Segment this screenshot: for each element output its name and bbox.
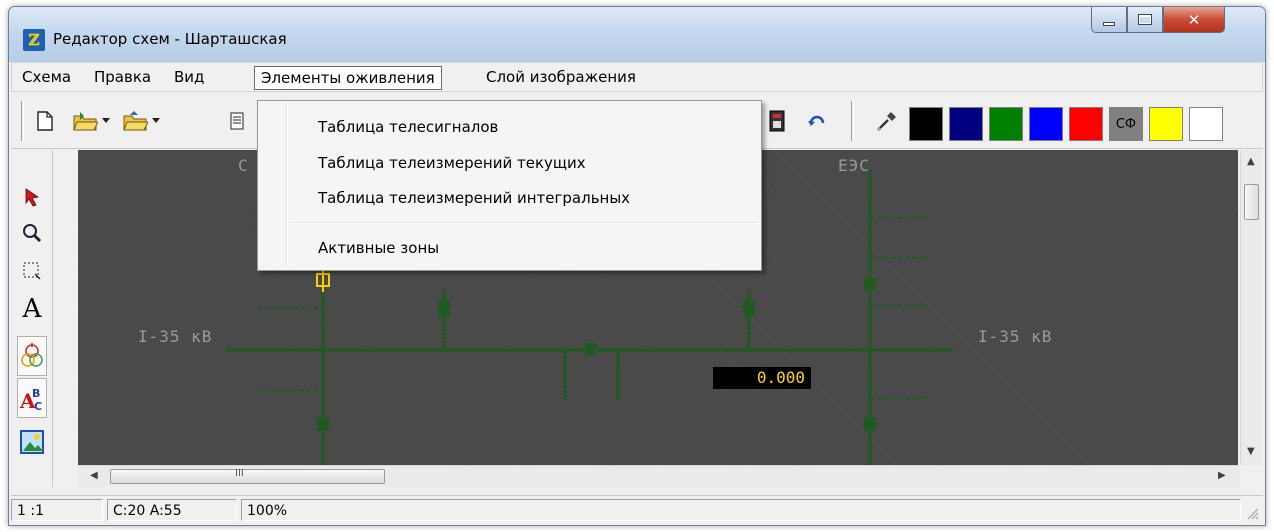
- color-swatch-green[interactable]: [989, 107, 1023, 141]
- menu-bar: Схема Правка Вид Элементы оживления Слой…: [11, 62, 1263, 92]
- top-label-left: C: [238, 156, 249, 175]
- save-folder-icon[interactable]: [121, 107, 149, 135]
- color-swatch-black[interactable]: [909, 107, 943, 141]
- open-dropdown-arrow-icon[interactable]: [99, 107, 113, 135]
- resize-grip-icon[interactable]: [1245, 506, 1259, 520]
- menu-scheme[interactable]: Схема: [16, 66, 77, 90]
- menu-item-integral-telemetry-table[interactable]: Таблица телеизмерений интегральных: [318, 184, 630, 212]
- maximize-icon: [1138, 14, 1152, 25]
- svg-text:B: B: [32, 387, 40, 400]
- refresh-icon[interactable]: [803, 107, 831, 135]
- breaker-node[interactable]: [585, 343, 597, 355]
- color-swatch-yellow[interactable]: [1149, 107, 1183, 141]
- window-title: Редактор схем - Шарташская: [53, 30, 287, 48]
- new-file-icon[interactable]: [31, 107, 59, 135]
- telemetry-value-display[interactable]: 0.000: [713, 367, 811, 389]
- top-label-right: ЕЭС: [838, 156, 870, 175]
- scroll-up-arrow-icon[interactable]: ▲: [1247, 156, 1255, 167]
- menu-view[interactable]: Вид: [168, 66, 210, 90]
- status-scale: 1 :1: [11, 499, 103, 521]
- menu-item-active-zones[interactable]: Активные зоны: [318, 234, 439, 262]
- text-style-icon[interactable]: ABC: [17, 378, 47, 418]
- symbol-tool-icon[interactable]: [17, 336, 47, 376]
- dropdown-menu-animation-elements: Таблица телесигналов Таблица телеизмерен…: [257, 100, 762, 271]
- close-button[interactable]: ✕: [1163, 7, 1225, 33]
- device-icon[interactable]: [763, 107, 791, 135]
- color-swatch-red[interactable]: [1069, 107, 1103, 141]
- status-zoom: 100%: [241, 499, 1241, 521]
- status-coords: C:20 A:55: [107, 499, 237, 521]
- open-folder-icon[interactable]: [71, 107, 99, 135]
- minimize-button[interactable]: [1091, 7, 1127, 33]
- app-window: ℤ Редактор схем - Шарташская ✕ Схема Пра…: [8, 6, 1266, 526]
- scroll-down-arrow-icon[interactable]: ▼: [1247, 446, 1255, 457]
- color-swatch-navy[interactable]: [949, 107, 983, 141]
- title-bar: ℤ Редактор схем - Шарташская ✕: [9, 7, 1265, 62]
- fuse-element[interactable]: [438, 300, 450, 316]
- app-logo-icon: ℤ: [23, 29, 45, 51]
- menu-animation-elements[interactable]: Элементы оживления: [254, 66, 442, 90]
- scroll-left-arrow-icon[interactable]: ◀: [90, 470, 98, 481]
- color-swatch-white[interactable]: [1189, 107, 1223, 141]
- horizontal-scroll-thumb[interactable]: III: [110, 468, 385, 484]
- zoom-icon[interactable]: [17, 216, 47, 250]
- selected-element-handle[interactable]: [316, 268, 330, 292]
- fuse-element[interactable]: [743, 300, 755, 316]
- color-swatch-blue[interactable]: [1029, 107, 1063, 141]
- left-toolbox: A ABC: [11, 150, 53, 487]
- menu-icon-gutter: [286, 103, 288, 268]
- menu-edit[interactable]: Правка: [88, 66, 157, 90]
- area-select-icon[interactable]: [17, 254, 47, 288]
- bus-label-left: I-35 кВ: [138, 327, 213, 346]
- save-dropdown-arrow-icon[interactable]: [149, 107, 163, 135]
- vertical-scrollbar[interactable]: ▲ ▼: [1240, 150, 1262, 465]
- breaker-node[interactable]: [317, 418, 329, 430]
- breaker-node[interactable]: [864, 278, 876, 290]
- minimize-icon: [1103, 21, 1115, 26]
- status-bar: 1 :1 C:20 A:55 100%: [11, 495, 1263, 523]
- color-swatch-gray[interactable]: СФ: [1109, 107, 1143, 141]
- select-arrow-icon[interactable]: [17, 180, 47, 214]
- menu-separator: [292, 222, 758, 224]
- text-tool-icon[interactable]: A: [17, 292, 47, 326]
- eyedropper-icon[interactable]: [873, 107, 901, 135]
- menu-item-telesignals-table[interactable]: Таблица телесигналов: [318, 113, 498, 141]
- toolbar-separator: [851, 101, 854, 141]
- bus-label-right: I-35 кВ: [978, 327, 1053, 346]
- vertical-scroll-thumb[interactable]: [1244, 184, 1259, 220]
- maximize-button[interactable]: [1127, 7, 1163, 33]
- print-icon[interactable]: [223, 107, 251, 135]
- menu-image-layer[interactable]: Слой изображения: [480, 66, 642, 90]
- svg-text:C: C: [34, 400, 42, 413]
- scroll-right-arrow-icon[interactable]: ▶: [1218, 470, 1226, 481]
- image-tool-icon[interactable]: [17, 422, 47, 462]
- scroll-grip-icon: III: [235, 468, 244, 479]
- menu-item-current-telemetry-table[interactable]: Таблица телеизмерений текущих: [318, 149, 586, 177]
- horizontal-scrollbar[interactable]: ◀ III ▶: [78, 465, 1240, 487]
- close-icon: ✕: [1187, 10, 1201, 29]
- toolbar-grip: [21, 101, 24, 141]
- breaker-node[interactable]: [864, 418, 876, 430]
